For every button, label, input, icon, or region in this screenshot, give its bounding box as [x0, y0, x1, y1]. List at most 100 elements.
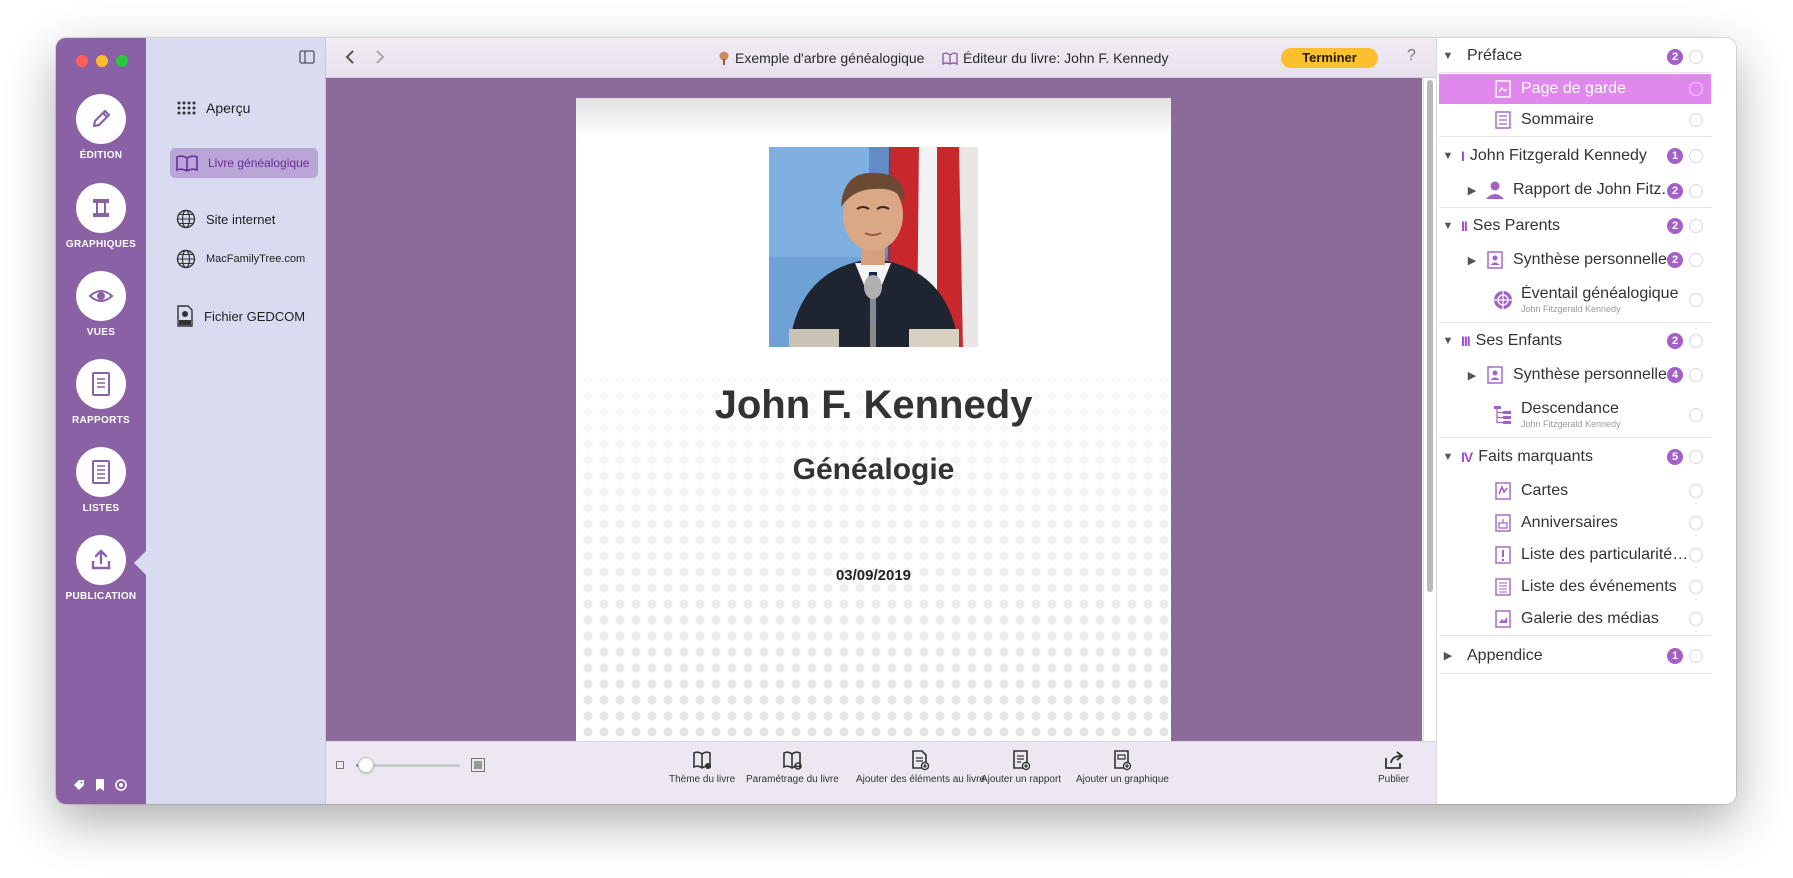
zoom-slider[interactable] — [356, 757, 460, 773]
section-number: III — [1461, 333, 1471, 349]
outline-item-page-de-garde[interactable]: Page de garde — [1439, 74, 1711, 104]
disclosure-open-icon[interactable]: ▼ — [1439, 50, 1457, 62]
gear-icon[interactable] — [1689, 516, 1703, 530]
disclosure-open-icon[interactable]: ▼ — [1439, 451, 1457, 463]
outline-item-sommaire[interactable]: Sommaire — [1439, 104, 1711, 137]
rail-button-listes[interactable]: LISTES — [56, 447, 146, 514]
count-badge: 2 — [1667, 49, 1683, 65]
rail-button-edition[interactable]: ÉDITION — [56, 94, 146, 161]
cover-page[interactable]: John F. Kennedy Généalogie 03/09/2019 — [576, 98, 1171, 741]
outline-section-appendice[interactable]: ▶ Appendice 1 — [1439, 638, 1711, 674]
rail-circle — [76, 447, 126, 497]
sidebar-toggle-icon[interactable] — [299, 50, 315, 64]
back-button[interactable] — [340, 47, 360, 67]
outline-section-preface[interactable]: ▼ Préface 2 — [1439, 40, 1711, 73]
disclosure-open-icon[interactable]: ▼ — [1439, 150, 1457, 162]
gear-icon[interactable] — [1689, 82, 1703, 96]
minimize-window-button[interactable] — [96, 55, 108, 67]
add-report-button[interactable]: Ajouter un rapport — [981, 749, 1061, 785]
book-icon — [942, 52, 958, 65]
outline-item-descendance[interactable]: Descendance John Fitzgerald Kennedy — [1439, 392, 1711, 438]
chevron-right-icon — [376, 50, 385, 64]
gear-icon[interactable] — [1689, 649, 1703, 663]
outline-item-particularites[interactable]: Liste des particularités... — [1439, 539, 1711, 571]
zoom-window-button[interactable] — [116, 55, 128, 67]
forward-button[interactable] — [370, 47, 390, 67]
gear-icon[interactable] — [1689, 548, 1703, 562]
finish-button[interactable]: Terminer — [1281, 48, 1378, 68]
outline-item-galerie[interactable]: Galerie des médias — [1439, 603, 1711, 636]
outline-section-faits[interactable]: ▼ IV Faits marquants 5 — [1439, 440, 1711, 474]
help-button[interactable]: ? — [1407, 47, 1416, 65]
tag-icon[interactable] — [72, 778, 86, 792]
scrollbar-thumb[interactable] — [1427, 80, 1433, 592]
gear-icon[interactable] — [1689, 50, 1703, 64]
add-report-icon — [1013, 750, 1031, 771]
bookmark-icon[interactable] — [94, 778, 106, 792]
rail-button-graphiques[interactable]: GRAPHIQUES — [56, 183, 146, 250]
portrait-photo[interactable] — [769, 147, 978, 347]
nav-item-apercu[interactable]: Aperçu — [170, 93, 318, 123]
outline-item-evenements[interactable]: Liste des événements — [1439, 571, 1711, 603]
add-elements-button[interactable]: Ajouter des éléments au livre — [856, 749, 985, 785]
zoom-slider-knob[interactable] — [358, 757, 375, 773]
gear-icon[interactable] — [1689, 580, 1703, 594]
disclosure-closed-icon[interactable]: ▶ — [1439, 649, 1457, 662]
nav-item-fichier-gedcom[interactable]: Fichier GEDCOM — [170, 301, 318, 331]
gear-icon[interactable] — [1689, 113, 1703, 127]
nav-item-macfamilytree[interactable]: MacFamilyTree.com — [170, 244, 318, 274]
outline-label: Ses Enfants — [1475, 332, 1562, 349]
book-settings-button[interactable]: Paramétrage du livre — [746, 749, 839, 785]
gear-icon[interactable] — [1689, 450, 1703, 464]
gear-icon[interactable] — [1689, 484, 1703, 498]
disclosure-closed-icon[interactable]: ▶ — [1463, 369, 1481, 382]
rail-button-publication[interactable]: PUBLICATION — [56, 535, 146, 602]
outline-item-eventail[interactable]: Éventail généalogique John Fitzgerald Ke… — [1439, 277, 1711, 323]
gear-icon[interactable] — [1689, 334, 1703, 348]
rail-label: LISTES — [82, 503, 120, 514]
gear-icon[interactable] — [1689, 253, 1703, 267]
outline-item-cartes[interactable]: Cartes — [1439, 475, 1711, 507]
add-chart-icon — [1114, 750, 1132, 771]
close-window-button[interactable] — [76, 55, 88, 67]
active-mode-pointer — [134, 551, 146, 575]
disclosure-closed-icon[interactable]: ▶ — [1463, 184, 1481, 197]
gear-icon[interactable] — [1689, 149, 1703, 163]
outline-section-enfants[interactable]: ▼ III Ses Enfants 2 — [1439, 324, 1711, 358]
disclosure-open-icon[interactable]: ▼ — [1439, 220, 1457, 232]
disclosure-open-icon[interactable]: ▼ — [1439, 335, 1457, 347]
publish-button[interactable]: Publier — [1378, 749, 1409, 785]
disclosure-closed-icon[interactable]: ▶ — [1463, 254, 1481, 267]
count-badge: 4 — [1667, 367, 1683, 383]
nav-item-livre-genealogique[interactable]: Livre généalogique — [170, 148, 318, 178]
chart-icon — [93, 199, 109, 217]
tree-title-text: Exemple d'arbre généalogique — [735, 50, 925, 66]
zoom-in-icon[interactable] — [471, 758, 485, 772]
vertical-scrollbar[interactable] — [1423, 78, 1436, 741]
outline-item-rapport[interactable]: ▶ Rapport de John Fitz... 2 — [1439, 173, 1711, 208]
add-chart-button[interactable]: Ajouter un graphique — [1076, 749, 1169, 785]
gear-icon[interactable] — [1689, 612, 1703, 626]
outline-item-anniversaires[interactable]: Anniversaires — [1439, 507, 1711, 539]
count-badge: 2 — [1667, 252, 1683, 268]
sync-icon[interactable] — [114, 778, 128, 792]
outline-section-parents[interactable]: ▼ II Ses Parents 2 — [1439, 209, 1711, 243]
publish-icon — [91, 549, 111, 570]
gear-icon[interactable] — [1689, 219, 1703, 233]
gear-icon[interactable] — [1689, 293, 1703, 307]
gear-icon[interactable] — [1689, 184, 1703, 198]
rail-button-rapports[interactable]: RAPPORTS — [56, 359, 146, 426]
outline-item-synthese-parents[interactable]: ▶ Synthèse personnelle 2 — [1439, 243, 1711, 277]
outline-section-jfk[interactable]: ▼ I John Fitzgerald Kennedy 1 — [1439, 139, 1711, 173]
book-theme-button[interactable]: Thème du livre — [669, 749, 735, 785]
count-badge: 5 — [1667, 449, 1683, 465]
outline-item-synthese-enfants[interactable]: ▶ Synthèse personnelle 4 — [1439, 358, 1711, 392]
window-controls — [76, 55, 128, 67]
outline-sublabel: John Fitzgerald Kennedy — [1521, 419, 1621, 429]
rail-button-vues[interactable]: VUES — [56, 271, 146, 338]
zoom-out-icon[interactable] — [336, 761, 344, 769]
nav-item-site-internet[interactable]: Site internet — [170, 204, 318, 234]
add-report-label: Ajouter un rapport — [981, 774, 1062, 785]
gear-icon[interactable] — [1689, 368, 1703, 382]
gear-icon[interactable] — [1689, 408, 1703, 422]
